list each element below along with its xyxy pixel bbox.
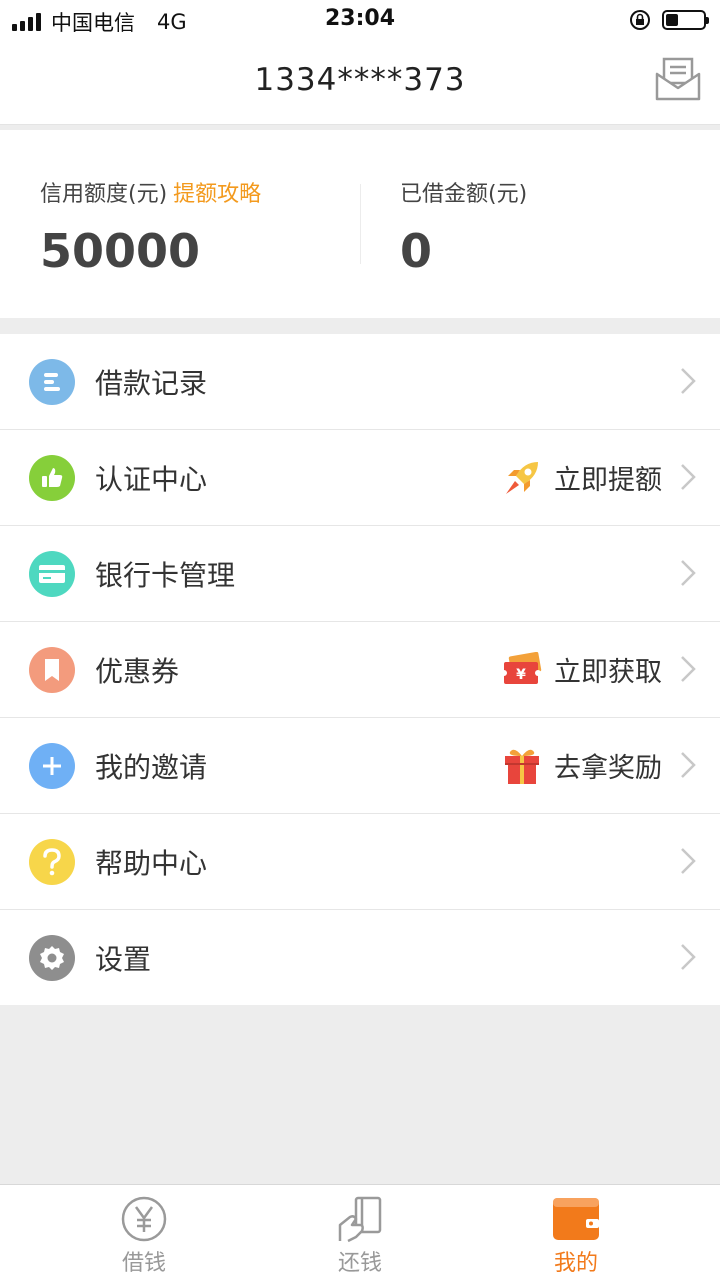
bookmark-icon bbox=[29, 646, 75, 693]
menu-item-label: 优惠券 bbox=[95, 654, 180, 688]
tab-repay[interactable]: 还钱 bbox=[240, 1185, 480, 1281]
borrowed-amount-value: 0 bbox=[400, 224, 433, 278]
tab-borrow[interactable]: 借钱 bbox=[24, 1185, 264, 1281]
raise-limit-link[interactable]: 提额攻略 bbox=[173, 182, 261, 207]
borrowed-amount-label: 已借金额(元) bbox=[400, 182, 528, 207]
menu-item-my-invitations[interactable]: 我的邀请 去拿奖励 bbox=[0, 718, 720, 814]
tab-label: 还钱 bbox=[337, 1251, 382, 1276]
menu-item-settings[interactable]: 设置 bbox=[0, 910, 720, 1005]
page-title: 1334****373 bbox=[254, 62, 466, 98]
menu-item-label: 帮助中心 bbox=[95, 846, 208, 880]
battery-icon bbox=[662, 10, 709, 30]
get-coupon-action[interactable]: ¥ 立即获取 bbox=[502, 622, 662, 717]
get-reward-action[interactable]: 去拿奖励 bbox=[502, 718, 662, 813]
tab-bar: 借钱 还钱 我的 bbox=[0, 1184, 720, 1281]
nav-bar: 1334****373 bbox=[0, 40, 720, 125]
chevron-right-icon bbox=[681, 944, 696, 970]
coupon-icon: ¥ bbox=[502, 651, 542, 684]
plus-icon bbox=[29, 742, 75, 789]
chevron-right-icon bbox=[681, 368, 696, 394]
rotation-lock-icon bbox=[630, 10, 650, 30]
menu-item-label: 银行卡管理 bbox=[95, 558, 236, 592]
menu-item-label: 我的邀请 bbox=[95, 750, 208, 784]
chevron-right-icon bbox=[681, 464, 696, 490]
menu-item-verification-center[interactable]: 认证中心 立即提额 bbox=[0, 430, 720, 526]
gear-icon bbox=[29, 934, 75, 981]
bank-card-icon bbox=[29, 550, 75, 597]
hand-card-icon bbox=[338, 1196, 382, 1243]
status-right bbox=[628, 8, 709, 32]
chevron-right-icon bbox=[681, 656, 696, 682]
tab-label: 借钱 bbox=[121, 1251, 166, 1276]
borrowed-amount: 已借金额(元) 0 bbox=[400, 176, 527, 278]
gift-icon bbox=[505, 749, 539, 784]
svg-text:¥: ¥ bbox=[516, 667, 526, 683]
yen-coin-icon bbox=[121, 1196, 167, 1242]
menu-list: 借款记录 认证中心 立即提额 银行卡管理 优惠券 ¥ 立即获取 我的邀请 去拿奖… bbox=[0, 334, 720, 1005]
menu-item-bank-card[interactable]: 银行卡管理 bbox=[0, 526, 720, 622]
menu-item-help-center[interactable]: 帮助中心 bbox=[0, 814, 720, 910]
chevron-right-icon bbox=[681, 752, 696, 778]
tab-mine[interactable]: 我的 bbox=[456, 1185, 696, 1281]
status-time: 23:04 bbox=[324, 6, 396, 31]
menu-item-coupons[interactable]: 优惠券 ¥ 立即获取 bbox=[0, 622, 720, 718]
menu-item-label: 认证中心 bbox=[95, 462, 208, 496]
credit-limit: 信用额度(元) 提额攻略 50000 bbox=[40, 176, 261, 278]
wallet-icon bbox=[553, 1198, 599, 1240]
credit-divider bbox=[360, 184, 361, 264]
get-reward-text: 去拿奖励 bbox=[554, 753, 662, 784]
thumbs-up-icon bbox=[29, 454, 75, 501]
credit-summary: 信用额度(元) 提额攻略 50000 已借金额(元) 0 bbox=[0, 130, 720, 318]
menu-item-label: 借款记录 bbox=[95, 366, 208, 400]
menu-item-loan-records[interactable]: 借款记录 bbox=[0, 334, 720, 430]
credit-limit-value: 50000 bbox=[40, 224, 201, 278]
raise-limit-action[interactable]: 立即提额 bbox=[502, 430, 662, 525]
chevron-right-icon bbox=[681, 560, 696, 586]
tab-label: 我的 bbox=[553, 1251, 598, 1276]
question-icon bbox=[29, 838, 75, 885]
get-coupon-text: 立即获取 bbox=[554, 657, 662, 688]
mail-inbox-icon[interactable] bbox=[654, 56, 702, 102]
status-bar: 中国电信 4G 23:04 bbox=[0, 0, 720, 40]
rocket-icon bbox=[506, 461, 538, 494]
raise-limit-text: 立即提额 bbox=[554, 465, 662, 496]
menu-item-label: 设置 bbox=[95, 942, 152, 976]
list-icon bbox=[29, 358, 75, 405]
credit-limit-label: 信用额度(元) bbox=[40, 182, 168, 207]
chevron-right-icon bbox=[681, 848, 696, 874]
